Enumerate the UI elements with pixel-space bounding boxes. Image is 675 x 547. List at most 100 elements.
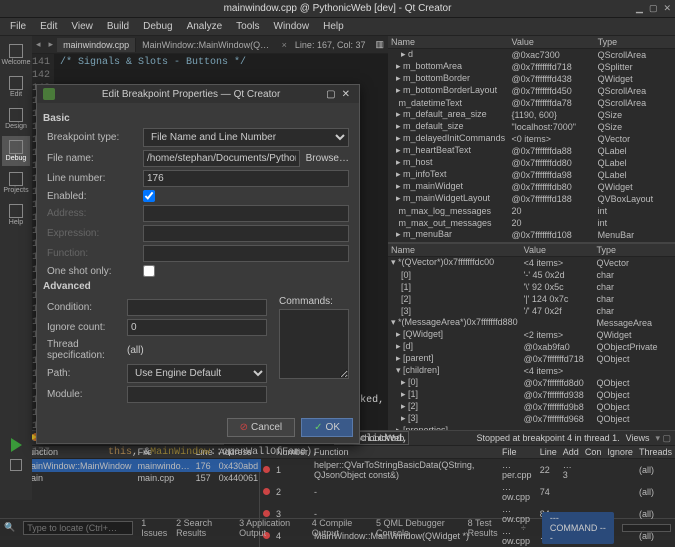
- mode-welcome[interactable]: Welcome: [2, 40, 30, 70]
- address-input: [143, 205, 349, 222]
- condition-input[interactable]: [127, 299, 267, 316]
- vim-mode: --- COMMAND ---: [542, 512, 615, 544]
- var-row[interactable]: ▸ m_bottomBorderLayout@0x7fffffffd450QSc…: [388, 85, 675, 97]
- mode-projects[interactable]: Projects: [2, 168, 30, 198]
- mode-design[interactable]: Design: [2, 104, 30, 134]
- stack-row[interactable]: 2mainmain.cpp1570x440061: [0, 472, 261, 484]
- breakpoint-row[interactable]: 2-…ow.cpp74(all): [260, 481, 675, 503]
- menu-debug[interactable]: Debug: [137, 19, 178, 34]
- var-row[interactable]: ▸ [2]@0x7fffffffd9b8QObject: [388, 401, 675, 413]
- back-icon[interactable]: ◂: [32, 39, 45, 50]
- window-title: mainwindow.cpp @ PythonicWeb [dev] - Qt …: [224, 3, 452, 14]
- var-row[interactable]: ▸ [1]@0x7fffffffd938QObject: [388, 389, 675, 401]
- module-input[interactable]: [127, 386, 267, 403]
- locals-view[interactable]: Name Value Type ▸ d@0xac7300QScrollArea …: [388, 36, 675, 244]
- col-value[interactable]: Value: [521, 244, 594, 257]
- status-compile[interactable]: 4 Compile Output: [312, 518, 368, 538]
- breakpoint-type-select[interactable]: File Name and Line Number: [143, 128, 349, 147]
- menu-edit[interactable]: Edit: [34, 19, 63, 34]
- col-type[interactable]: Type: [595, 36, 675, 49]
- ignore-count-input[interactable]: [127, 319, 267, 336]
- line-number-input[interactable]: [143, 170, 349, 187]
- var-row[interactable]: ▸ d@0xac7300QScrollArea: [388, 49, 675, 61]
- path-select[interactable]: Use Engine Default: [127, 364, 267, 383]
- enabled-checkbox[interactable]: [143, 190, 155, 202]
- var-row[interactable]: ▸ m_bottomBorder@0x7fffffffd438QWidget: [388, 73, 675, 85]
- var-row[interactable]: ▸ m_infoText@0x7fffffffda98QLabel: [388, 169, 675, 181]
- ok-button[interactable]: ✓OK: [301, 418, 353, 437]
- titlebar: mainwindow.cpp @ PythonicWeb [dev] - Qt …: [0, 0, 675, 18]
- views-toggle[interactable]: Views: [626, 433, 650, 443]
- var-row[interactable]: m_max_log_messages20int: [388, 205, 675, 217]
- status-search[interactable]: 2 Search Results: [176, 518, 231, 538]
- col-value[interactable]: Value: [509, 36, 595, 49]
- status-tests[interactable]: 8 Test Results: [468, 518, 513, 538]
- minimize-icon[interactable]: ▁: [636, 3, 643, 14]
- var-row[interactable]: ▸ m_mainWidget@0x7fffffffdb80QWidget: [388, 181, 675, 193]
- editor-position[interactable]: Line: 167, Col: 37: [289, 38, 372, 52]
- editor-breadcrumb[interactable]: MainWindow::MainWindow(QWi…: [136, 38, 280, 52]
- status-bar: 🔍 1 Issues 2 Search Results 3 Applicatio…: [0, 518, 675, 536]
- menu-file[interactable]: File: [4, 19, 32, 34]
- menu-tools[interactable]: Tools: [230, 19, 265, 34]
- var-row[interactable]: ▸ m_host@0x7fffffffdd80QLabel: [388, 157, 675, 169]
- fwd-icon[interactable]: ▸: [45, 39, 58, 50]
- var-row[interactable]: ▾ [children]<4 items>: [388, 365, 675, 377]
- build-button[interactable]: [10, 459, 22, 471]
- dialog-maximize-icon[interactable]: ▢: [323, 89, 338, 100]
- var-row[interactable]: ▸ [properties]: [388, 425, 675, 431]
- mode-selector: WelcomeEditDesignDebugProjectsHelp: [0, 36, 32, 430]
- watch-view[interactable]: Name Value Type ▾ *(QVector*)0x7fffffffd…: [388, 244, 675, 430]
- locator-input[interactable]: [23, 521, 133, 535]
- var-row[interactable]: [2]'|' 124 0x7cchar: [388, 293, 675, 305]
- var-row[interactable]: ▾ *(MessageArea*)0x7fffffffd880MessageAr…: [388, 317, 675, 329]
- var-row[interactable]: ▸ [0]@0x7fffffffd8d0QObject: [388, 377, 675, 389]
- col-type[interactable]: Type: [593, 244, 675, 257]
- oneshot-checkbox[interactable]: [143, 265, 155, 277]
- col-name[interactable]: Name: [388, 36, 509, 49]
- menu-analyze[interactable]: Analyze: [181, 19, 229, 34]
- cancel-button[interactable]: ⊘Cancel: [227, 418, 296, 437]
- menu-build[interactable]: Build: [101, 19, 135, 34]
- var-row[interactable]: m_datetimeText@0x7fffffffda78QScrollArea: [388, 97, 675, 109]
- menu-window[interactable]: Window: [268, 19, 316, 34]
- var-row[interactable]: ▸ m_menuBar@0x7fffffffd108MenuBar: [388, 229, 675, 241]
- browse-button[interactable]: Browse…: [306, 153, 349, 164]
- var-row[interactable]: ▸ [parent]@0x7fffffffd718QObject: [388, 353, 675, 365]
- close-icon[interactable]: ✕: [663, 3, 671, 14]
- var-row[interactable]: ▸ m_bottomArea@0x7fffffffd718QSplitter: [388, 61, 675, 73]
- dialog-close-icon[interactable]: ✕: [339, 89, 353, 100]
- mode-help[interactable]: Help: [2, 200, 30, 230]
- editor-tab[interactable]: mainwindow.cpp: [57, 38, 136, 52]
- var-row[interactable]: ▸ m_heartBeatText@0x7fffffffda88QLabel: [388, 145, 675, 157]
- dialog-title: Edit Breakpoint Properties — Qt Creator: [59, 89, 323, 100]
- status-qml[interactable]: 5 QML Debugger Console: [376, 518, 460, 538]
- maximize-icon[interactable]: ▢: [649, 3, 658, 14]
- var-row[interactable]: [1]'\' 92 0x5cchar: [388, 281, 675, 293]
- status-appout[interactable]: 3 Application Output: [239, 518, 304, 538]
- filename-input[interactable]: [143, 150, 300, 167]
- mode-edit[interactable]: Edit: [2, 72, 30, 102]
- var-row[interactable]: ▸ m_default_size"localhost:7000"QSize: [388, 121, 675, 133]
- lock-icon[interactable]: ×: [280, 40, 289, 50]
- commands-textarea[interactable]: [279, 309, 349, 379]
- var-row[interactable]: [3]'/' 47 0x2fchar: [388, 305, 675, 317]
- mode-debug[interactable]: Debug: [2, 136, 30, 166]
- status-issues[interactable]: 1 Issues: [141, 518, 168, 538]
- var-row[interactable]: ▸ m_delayedInitCommands<0 items>QVector: [388, 133, 675, 145]
- var-row[interactable]: ▸ m_default_area_size{1190, 600}QSize: [388, 109, 675, 121]
- var-row[interactable]: ▸ [d]@0xab9fa0QObjectPrivate: [388, 341, 675, 353]
- menu-help[interactable]: Help: [317, 19, 350, 34]
- var-row[interactable]: [0]'-' 45 0x2dchar: [388, 269, 675, 281]
- run-button[interactable]: [11, 438, 22, 452]
- function-input: [143, 245, 349, 262]
- var-row[interactable]: ▾ *(QVector*)0x7fffffffdc00<4 items>QVec…: [388, 257, 675, 269]
- var-row[interactable]: m_max_out_messages20int: [388, 217, 675, 229]
- stack-row[interactable]: ▸ 1MainWindow::MainWindowmainwindo…1760x…: [0, 459, 261, 473]
- menu-view[interactable]: View: [65, 19, 99, 34]
- var-row[interactable]: ▸ [QWidget]<2 items>QWidget: [388, 329, 675, 341]
- var-row[interactable]: ▸ m_mainWidgetLayout@0x7fffffffd188QVBox…: [388, 193, 675, 205]
- var-row[interactable]: ▸ [3]@0x7fffffffd968QObject: [388, 413, 675, 425]
- breakpoint-row[interactable]: 1helper::QVarToStringBasicData(QString, …: [260, 459, 675, 482]
- split-icon[interactable]: ▥: [371, 39, 388, 50]
